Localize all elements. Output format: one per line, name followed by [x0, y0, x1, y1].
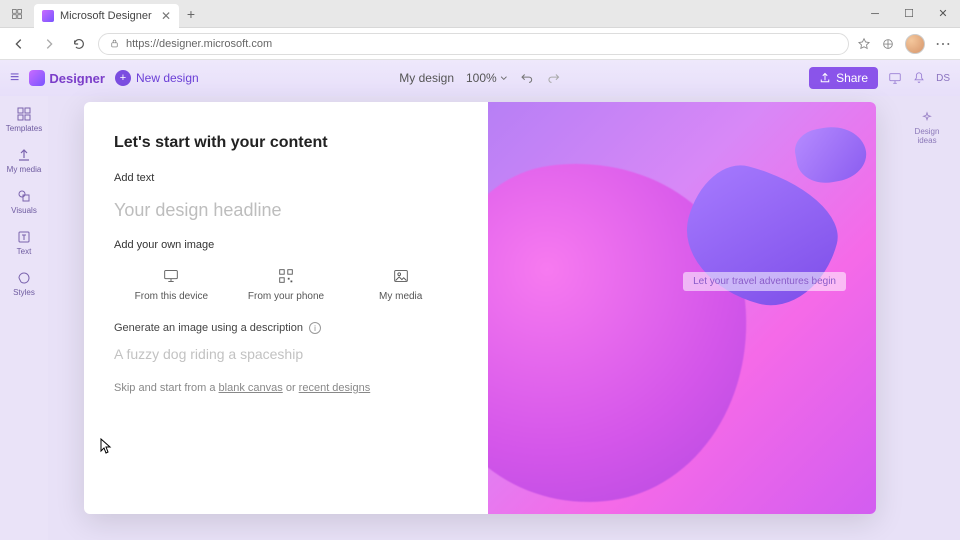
profile-avatar[interactable] [905, 34, 925, 54]
logo-mark-icon [29, 70, 45, 86]
generate-input[interactable] [114, 334, 458, 374]
window-close-icon[interactable]: ✕ [926, 0, 960, 28]
rail-styles[interactable]: Styles [0, 270, 48, 297]
more-icon[interactable]: ⋯ [935, 34, 952, 54]
hamburger-icon[interactable]: ≡ [10, 69, 19, 87]
info-icon[interactable]: i [309, 322, 321, 334]
tab-title: Microsoft Designer [60, 10, 152, 22]
new-design-label: New design [136, 71, 199, 85]
rail-design-ideas[interactable]: Design ideas [904, 106, 950, 150]
tab-close-icon[interactable]: ✕ [161, 9, 171, 23]
plus-icon: + [115, 70, 131, 86]
generate-label: Generate an image using a description [114, 322, 303, 334]
cursor-icon [100, 438, 112, 454]
templates-icon [16, 106, 32, 122]
bell-icon[interactable] [912, 71, 926, 85]
url-text: https://designer.microsoft.com [126, 38, 272, 50]
share-icon [819, 72, 831, 84]
app-logo[interactable]: Designer [29, 70, 105, 86]
upload-icon [16, 147, 32, 163]
window-minimize-icon[interactable]: ─ [858, 0, 892, 28]
qr-icon [277, 267, 295, 285]
text-icon [16, 229, 32, 245]
my-media-button[interactable]: My media [343, 261, 458, 308]
rail-visuals[interactable]: Visuals [0, 188, 48, 215]
present-icon[interactable] [888, 71, 902, 85]
user-initials[interactable]: DS [936, 73, 950, 84]
recent-designs-link[interactable]: recent designs [299, 382, 371, 394]
address-bar[interactable]: https://designer.microsoft.com [98, 33, 849, 55]
extensions-icon[interactable] [881, 37, 895, 51]
rail-templates[interactable]: Templates [0, 106, 48, 133]
document-title[interactable]: My design [399, 71, 454, 85]
browser-tab[interactable]: Microsoft Designer ✕ [34, 4, 179, 28]
browser-tab-strip: Microsoft Designer ✕ + ─ ☐ ✕ [0, 0, 960, 28]
share-button[interactable]: Share [809, 67, 878, 89]
redo-icon[interactable] [547, 71, 561, 85]
share-label: Share [836, 71, 868, 85]
add-text-label: Add text [114, 172, 458, 184]
rail-mymedia[interactable]: My media [0, 147, 48, 174]
rail-text[interactable]: Text [0, 229, 48, 256]
favorite-icon[interactable] [857, 37, 871, 51]
refresh-button[interactable] [68, 33, 90, 55]
skip-line: Skip and start from a blank canvas or re… [114, 382, 458, 394]
preview-blob [792, 121, 870, 187]
tab-actions-icon[interactable] [0, 0, 34, 27]
canvas-area: Templates My media Visuals Text Styles D… [0, 96, 960, 540]
new-design-button[interactable]: + New design [115, 70, 199, 86]
start-modal: Let's start with your content Add text A… [84, 102, 876, 514]
tab-favicon [42, 10, 54, 22]
chevron-down-icon [500, 74, 509, 83]
styles-icon [16, 270, 32, 286]
browser-toolbar: https://designer.microsoft.com ⋯ [0, 28, 960, 60]
visuals-icon [16, 188, 32, 204]
back-button[interactable] [8, 33, 30, 55]
zoom-value: 100% [466, 71, 497, 85]
app-toolbar: ≡ Designer + New design My design 100% S… [0, 60, 960, 96]
image-icon [392, 267, 410, 285]
from-device-button[interactable]: From this device [114, 261, 229, 308]
forward-button[interactable] [38, 33, 60, 55]
sparkle-icon [920, 111, 934, 125]
monitor-icon [162, 267, 180, 285]
preview-overlay-text: Let your travel adventures begin [683, 272, 846, 291]
lock-icon [109, 38, 120, 49]
modal-title: Let's start with your content [114, 134, 458, 152]
preview-panel: Let your travel adventures begin [488, 102, 876, 514]
blank-canvas-link[interactable]: blank canvas [219, 382, 283, 394]
left-rail: Templates My media Visuals Text Styles [0, 96, 48, 540]
new-tab-button[interactable]: + [179, 6, 203, 22]
brand-text: Designer [49, 71, 105, 86]
window-maximize-icon[interactable]: ☐ [892, 0, 926, 28]
from-phone-button[interactable]: From your phone [229, 261, 344, 308]
undo-icon[interactable] [521, 71, 535, 85]
add-image-label: Add your own image [114, 239, 458, 251]
zoom-control[interactable]: 100% [466, 71, 509, 85]
headline-input[interactable] [114, 194, 458, 239]
